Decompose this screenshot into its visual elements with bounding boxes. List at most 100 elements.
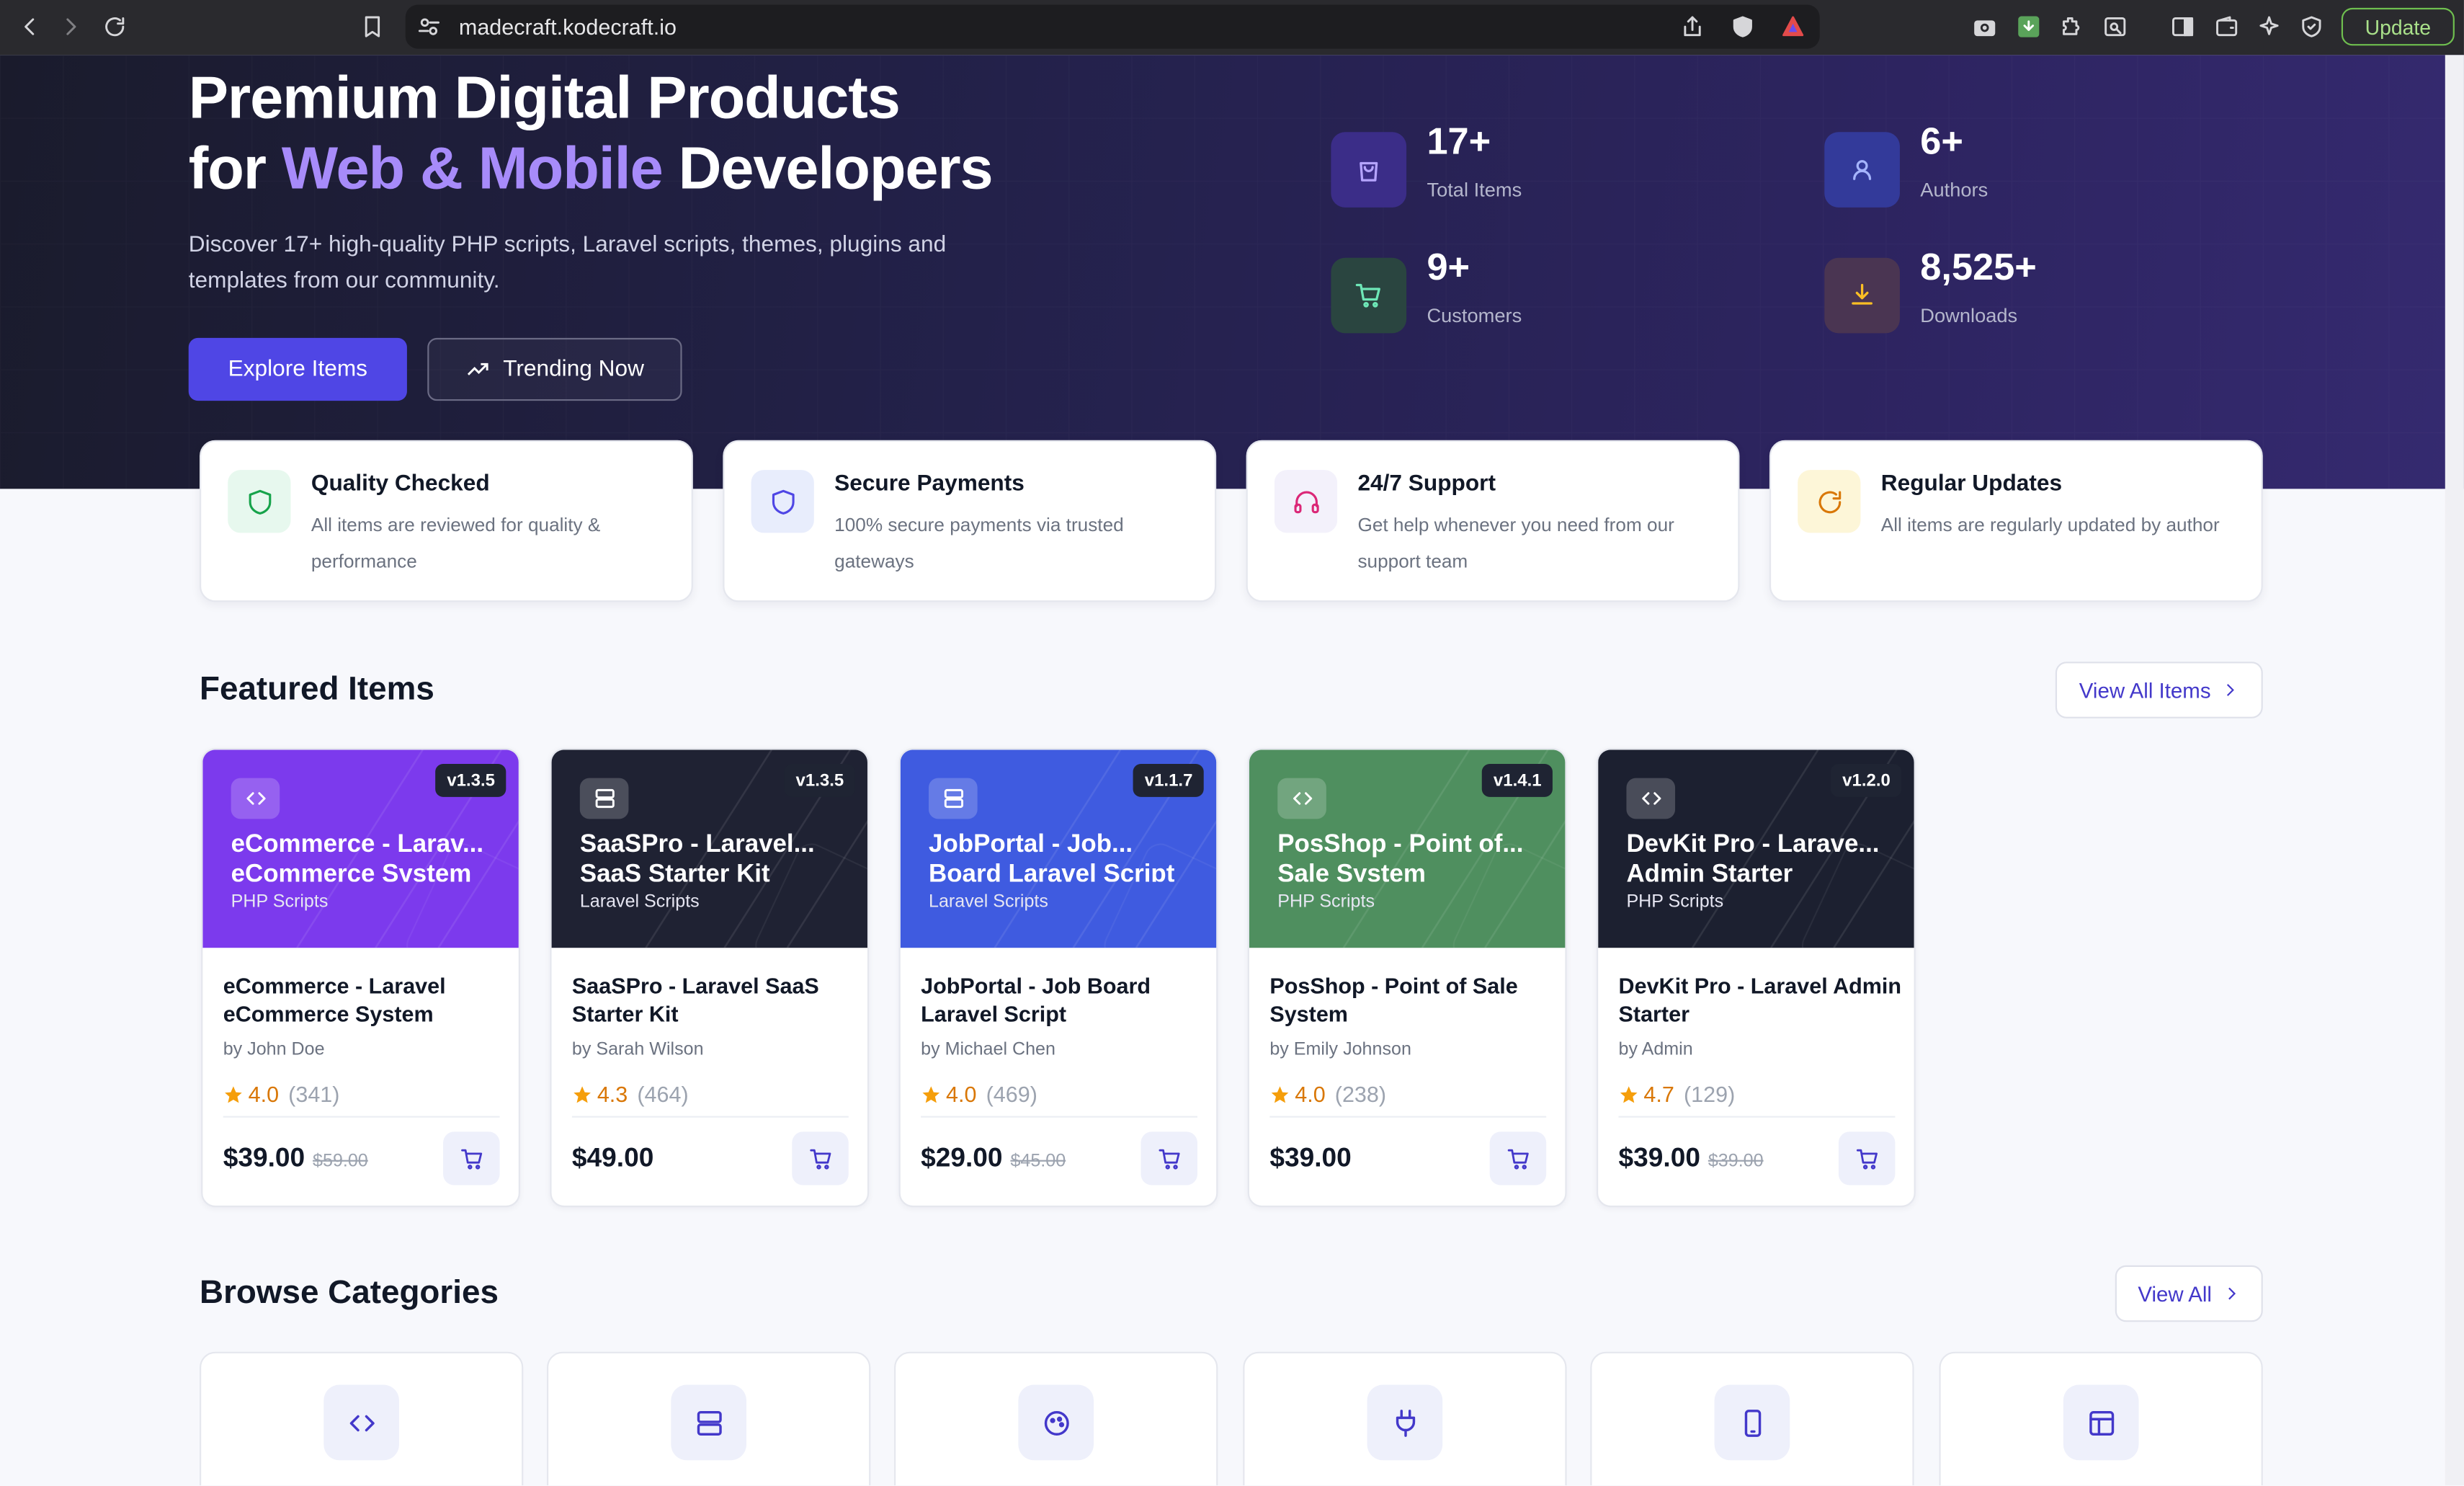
review-count: (238) — [1334, 1081, 1387, 1107]
rating-value: 4.0 — [946, 1081, 977, 1107]
product-banner[interactable]: v1.1.7 JobPortal - Job... Board Laravel Sc… — [900, 749, 1217, 948]
address-bar[interactable]: madecraft.kodecraft.io — [405, 4, 1820, 49]
download-ext-icon[interactable] — [2012, 9, 2046, 44]
view-all-items-button[interactable]: View All Items — [2055, 662, 2263, 718]
url-text: madecraft.kodecraft.io — [458, 14, 677, 40]
palette-icon — [1018, 1384, 1094, 1461]
cart-icon — [1158, 1148, 1179, 1169]
forward-icon[interactable] — [53, 9, 88, 44]
code-icon — [231, 778, 280, 819]
product-banner[interactable]: v1.2.0 DevKit Pro - Larave... Admin Starte… — [1598, 749, 1914, 948]
product-banner[interactable]: v1.3.5 SaaSPro - Laravel... SaaS Starter K… — [551, 749, 867, 948]
wallet-icon[interactable] — [2210, 9, 2244, 44]
feature-secure-payments: Secure Payments 100% secure payments via… — [723, 440, 1217, 602]
rating-value: 4.3 — [597, 1081, 628, 1107]
product-card[interactable]: v1.1.7 JobPortal - Job... Board Laravel Sc… — [898, 748, 1218, 1208]
page-root: madecraft.kodecraft.io Update Premium Di… — [0, 0, 2464, 1486]
product-banner[interactable]: v1.3.5 eCommerce - Larav... eCommerce Syst… — [202, 749, 519, 948]
rating-value: 4.7 — [1643, 1081, 1674, 1107]
product-banner[interactable]: v1.4.1 PosShop - Point of... Sale System PH… — [1249, 749, 1566, 948]
add-to-cart-button[interactable] — [792, 1131, 849, 1185]
product-name[interactable]: SaaSPro - Laravel SaaS Starter Kit — [572, 973, 855, 1028]
leo-ai-icon[interactable] — [2252, 9, 2287, 44]
reader-icon[interactable] — [2098, 9, 2133, 44]
banner-title-line1: SaaSPro - Laravel... — [579, 831, 815, 858]
current-price: $29.00 — [921, 1142, 1003, 1173]
banner-title-line2: Sale System — [1277, 861, 1426, 882]
brave-shield-icon[interactable] — [1726, 9, 1760, 44]
current-price: $49.00 — [571, 1142, 654, 1173]
camera-icon[interactable] — [1968, 9, 2002, 44]
product-author[interactable]: by John Doe — [223, 1041, 325, 1059]
product-card[interactable]: v1.4.1 PosShop - Point of... Sale System PH… — [1247, 748, 1567, 1208]
category-card-laravel-scripts[interactable] — [547, 1351, 871, 1486]
back-icon[interactable] — [12, 9, 47, 44]
card-divider — [1618, 1116, 1896, 1118]
add-to-cart-button[interactable] — [1141, 1131, 1197, 1185]
category-card-php-scripts[interactable] — [199, 1351, 524, 1486]
current-price: $39.00 — [1618, 1142, 1700, 1173]
stat-value: 6+ — [1920, 120, 1964, 164]
category-card-mobile[interactable] — [1590, 1351, 1914, 1486]
product-card[interactable]: v1.3.5 eCommerce - Larav... eCommerce Syst… — [201, 748, 520, 1208]
browse-categories-title: Browse Categories — [199, 1274, 499, 1312]
trending-now-button[interactable]: Trending Now — [427, 337, 682, 401]
view-all-items-label: View All Items — [2079, 678, 2211, 702]
stat-total-items: 17+ Total Items — [1331, 121, 1522, 208]
product-card[interactable]: v1.2.0 DevKit Pro - Larave... Admin Starte… — [1596, 748, 1916, 1208]
code-icon — [323, 1384, 399, 1461]
rating-value: 4.0 — [1295, 1081, 1326, 1107]
feature-title: 24/7 Support — [1357, 471, 1496, 497]
card-divider — [223, 1116, 500, 1118]
site-settings-icon[interactable] — [411, 9, 446, 44]
add-to-cart-button[interactable] — [1838, 1131, 1896, 1185]
category-card-themes[interactable] — [894, 1351, 1218, 1486]
share-icon[interactable] — [1675, 9, 1710, 44]
explore-items-button[interactable]: Explore Items — [188, 337, 407, 401]
version-badge: v1.3.5 — [785, 764, 855, 797]
add-to-cart-button[interactable] — [1489, 1131, 1547, 1185]
star-icon — [1271, 1085, 1289, 1103]
review-count: (341) — [288, 1081, 340, 1107]
page-scrollbar[interactable] — [2445, 55, 2464, 1486]
stat-customers: 9+ Customers — [1331, 246, 1522, 334]
product-author[interactable]: by Emily Johnson — [1269, 1041, 1411, 1059]
stat-value: 17+ — [1427, 120, 1491, 164]
rewards-icon[interactable] — [1776, 9, 1811, 44]
vpn-icon[interactable] — [2294, 9, 2329, 44]
add-to-cart-button[interactable] — [443, 1131, 500, 1185]
star-icon — [573, 1085, 591, 1103]
stat-label: Authors — [1920, 179, 1988, 202]
product-author[interactable]: by Admin — [1619, 1041, 1693, 1059]
update-button[interactable]: Update — [2341, 7, 2455, 46]
product-author[interactable]: by Michael Chen — [921, 1041, 1055, 1059]
cart-icon — [1331, 257, 1407, 334]
banner-title-line1: eCommerce - Larav... — [231, 831, 484, 858]
product-author[interactable]: by Sarah Wilson — [572, 1041, 704, 1059]
chevron-right-icon — [2226, 684, 2234, 696]
product-card[interactable]: v1.3.5 SaaSPro - Laravel... SaaS Starter K… — [550, 748, 870, 1208]
sidebar-toggle-icon[interactable] — [2166, 9, 2200, 44]
user-icon — [1824, 132, 1900, 208]
banner-title: eCommerce - Larav... eCommerce System — [231, 830, 501, 882]
reload-icon[interactable] — [97, 9, 132, 44]
product-name[interactable]: eCommerce - Laravel eCommerce System — [223, 973, 506, 1028]
product-name[interactable]: PosShop - Point of Sale System — [1269, 973, 1553, 1028]
card-divider — [921, 1116, 1197, 1118]
refresh-icon — [1798, 470, 1861, 533]
bookmark-icon[interactable] — [355, 9, 390, 44]
product-name[interactable]: DevKit Pro - Laravel Admin Starter — [1619, 973, 1902, 1028]
cart-icon — [1506, 1148, 1528, 1169]
server-icon — [579, 778, 629, 819]
product-rating: 4.7 (129) — [1619, 1081, 1735, 1107]
banner-title-line2: Board Laravel Script — [929, 861, 1175, 882]
trending-up-icon — [468, 362, 488, 375]
category-card-templates[interactable] — [1939, 1351, 2263, 1486]
banner-title: PosShop - Point of... Sale System — [1277, 830, 1548, 882]
product-name[interactable]: JobPortal - Job Board Laravel Script — [921, 973, 1204, 1028]
category-card-plugins[interactable] — [1243, 1351, 1567, 1486]
view-all-categories-button[interactable]: View All — [2115, 1265, 2263, 1322]
feature-description: All items are reviewed for quality & per… — [311, 514, 601, 571]
extensions-icon[interactable] — [2054, 9, 2089, 44]
server-icon — [671, 1384, 747, 1461]
